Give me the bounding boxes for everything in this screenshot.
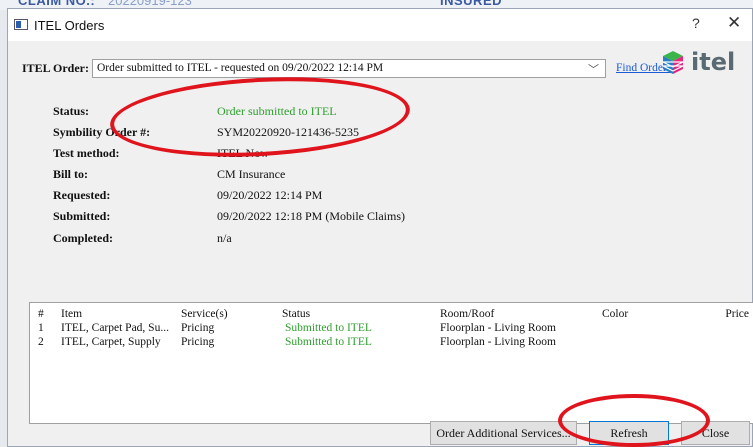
refresh-button[interactable]: Refresh [589,421,669,445]
detail-label: Bill to: [53,167,88,181]
row-room: Floorplan - Living Room [440,322,556,334]
order-items-table[interactable]: # Item Service(s) Status Room/Roof Color… [29,302,753,424]
col-header-status[interactable]: Status [282,308,310,320]
itel-order-dropdown[interactable]: Order submitted to ITEL - requested on 0… [92,59,606,78]
requested-value: 09/20/2022 12:14 PM [217,188,323,202]
itel-logo-text: itel [691,48,736,76]
row-item: ITEL, Carpet, Supply [61,336,161,348]
row-service: Pricing [181,322,215,334]
completed-value: n/a [217,231,232,245]
bill-to-value: CM Insurance [217,167,286,181]
help-icon[interactable]: ? [692,15,700,31]
row-number: 1 [38,322,44,334]
detail-label: Requested: [53,188,111,202]
row-room: Floorplan - Living Room [440,336,556,348]
claim-label: CLAIM NO.: [18,0,96,8]
col-header-price[interactable]: Price [725,308,749,320]
itel-order-label: ITEL Order: [22,61,90,75]
window-title: ITEL Orders [34,18,105,33]
test-method-value: ITEL Now [217,146,269,160]
title-bar[interactable]: ITEL Orders ? ✕ [8,9,752,41]
detail-label: Test method: [53,146,120,160]
chevron-down-icon: ﹀ [588,64,599,76]
row-number: 2 [38,336,44,348]
col-header-service[interactable]: Service(s) [181,308,228,320]
detail-label: Completed: [53,231,113,245]
row-service: Pricing [181,336,215,348]
window-app-icon [14,19,28,30]
row-status: Submitted to ITEL [285,336,372,348]
detail-label: Symbility Order #: [53,125,151,139]
insured-label: INSURED [440,0,503,8]
col-header-item[interactable]: Item [61,308,82,320]
status-value: Order submitted to ITEL [217,104,337,118]
itel-logo: itel [661,48,751,78]
submitted-value: 09/20/2022 12:18 PM (Mobile Claims) [217,209,406,223]
symbility-order-value: SYM20220920-121436-5235 [217,125,360,139]
close-button[interactable]: Close [681,421,750,445]
row-status: Submitted to ITEL [285,322,372,334]
claim-value: 20220919-123 [108,0,192,8]
background-window-edge [0,10,7,447]
detail-label: Status: [53,104,90,118]
close-icon[interactable]: ✕ [727,13,741,33]
itel-logo-icon [662,51,684,74]
itel-orders-dialog: ITEL Orders ? ✕ ITEL Order: Order submit… [7,8,753,447]
order-additional-services-button[interactable]: Order Additional Services... [430,421,577,445]
detail-label: Submitted: [53,209,111,223]
col-header-number[interactable]: # [38,308,44,320]
col-header-color[interactable]: Color [602,308,628,320]
itel-order-selected-value: Order submitted to ITEL - requested on 0… [97,62,384,74]
row-item: ITEL, Carpet Pad, Su... [61,322,169,334]
col-header-room[interactable]: Room/Roof [440,308,494,320]
